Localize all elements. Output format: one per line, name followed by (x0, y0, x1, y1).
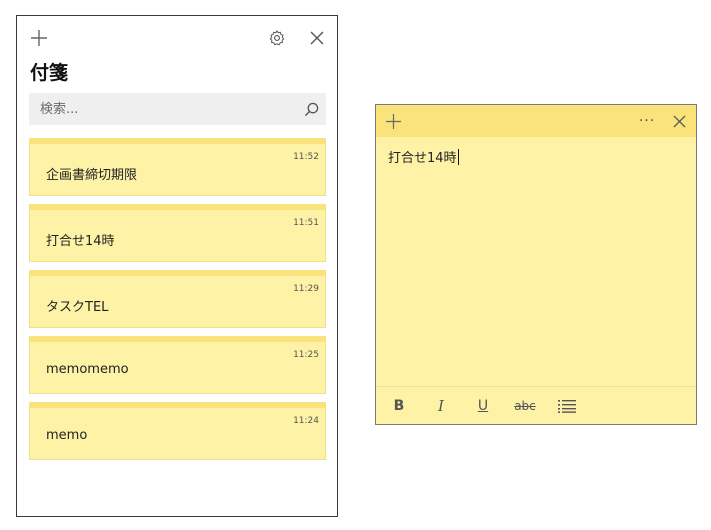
note-time: 11:24 (293, 416, 319, 426)
note-content-text: 打合せ14時 (388, 151, 457, 166)
note-item[interactable]: 11:52 企画書締切期限 (29, 138, 326, 196)
close-note-button[interactable] (666, 108, 692, 134)
new-note-button[interactable] (25, 24, 53, 52)
new-note-button[interactable] (380, 108, 406, 134)
note-text: memomemo (46, 362, 129, 377)
bullet-list-button[interactable] (553, 392, 581, 420)
note-editor[interactable]: 打合せ14時 (388, 147, 684, 374)
bold-button[interactable]: B (385, 392, 413, 420)
gear-icon (269, 30, 285, 46)
note-item[interactable]: 11:25 memomemo (29, 336, 326, 394)
list-titlebar (17, 16, 337, 56)
note-editor-window: ··· 打合せ14時 B I U abc (375, 104, 697, 425)
underline-button[interactable]: U (469, 392, 497, 420)
text-caret (457, 149, 459, 165)
plus-icon (31, 30, 47, 46)
close-list-button[interactable] (303, 24, 331, 52)
note-time: 11:52 (293, 152, 319, 162)
search-input[interactable] (29, 93, 296, 125)
note-time: 11:25 (293, 350, 319, 360)
search-button[interactable] (296, 93, 326, 125)
note-item[interactable]: 11:24 memo (29, 402, 326, 460)
bulleted-list-icon (558, 399, 576, 413)
note-text: タスクTEL (46, 300, 109, 315)
note-text: 企画書締切期限 (46, 168, 138, 183)
strikethrough-button[interactable]: abc (511, 392, 539, 420)
more-options-button[interactable]: ··· (634, 108, 660, 134)
page-title: 付箋 (30, 62, 69, 84)
note-time: 11:51 (293, 218, 319, 228)
italic-button[interactable]: I (427, 392, 455, 420)
note-text: memo (46, 428, 88, 443)
search-box (29, 93, 326, 125)
format-toolbar: B I U abc (376, 386, 696, 424)
notes-list-window: 付箋 11:52 企画書締切期限 11:51 打合せ14時 11:29 タスクT… (16, 15, 338, 517)
note-text: 打合せ14時 (46, 234, 115, 249)
note-item[interactable]: 11:29 タスクTEL (29, 270, 326, 328)
note-time: 11:29 (293, 284, 319, 294)
notes-list: 11:52 企画書締切期限 11:51 打合せ14時 11:29 タスクTEL … (29, 138, 326, 468)
note-item[interactable]: 11:51 打合せ14時 (29, 204, 326, 262)
note-titlebar[interactable]: ··· (376, 105, 696, 137)
search-icon (304, 102, 318, 116)
settings-button[interactable] (263, 24, 291, 52)
close-icon (672, 114, 686, 128)
close-icon (310, 31, 324, 45)
plus-icon (385, 113, 401, 129)
